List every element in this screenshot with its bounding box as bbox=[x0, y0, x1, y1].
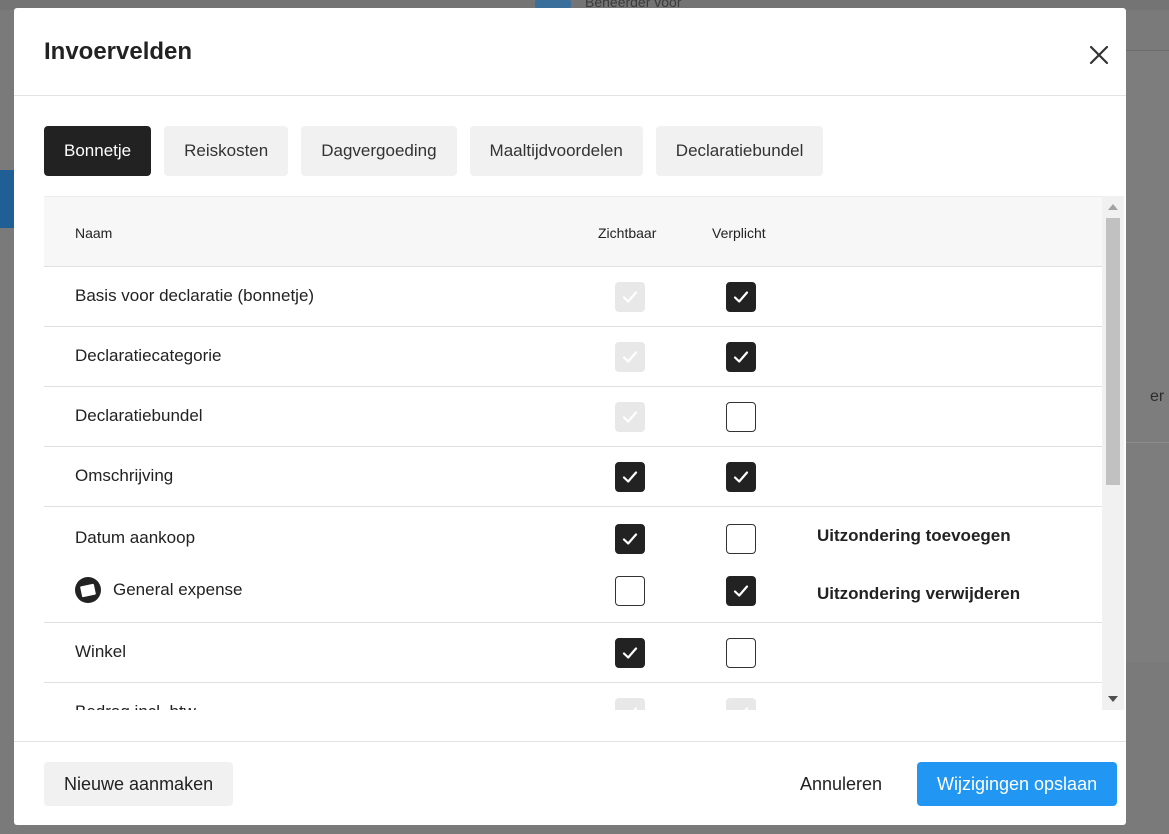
table-row: Datum aankoop Uitzondering toevoegen Gen… bbox=[44, 507, 1102, 623]
checkmark-icon bbox=[633, 707, 638, 710]
save-changes-button[interactable]: Wijzigingen opslaan bbox=[917, 762, 1118, 806]
dialog-title: Invoervelden bbox=[44, 38, 193, 65]
field-name: Winkel bbox=[75, 642, 127, 661]
exception-required-checkbox[interactable] bbox=[726, 576, 756, 606]
tab-maaltijdvoordelen[interactable]: Maaltijdvoordelen bbox=[469, 126, 643, 176]
column-header-visible: Zichtbaar bbox=[598, 225, 657, 241]
dialog-header: Invoervelden bbox=[14, 8, 1126, 96]
checkmark-icon bbox=[622, 351, 638, 363]
field-type-tabs: Bonnetje Reiskosten Dagvergoeding Maalti… bbox=[44, 126, 824, 176]
checkmark-icon bbox=[622, 291, 638, 303]
table-row: Bedrag incl. btw bbox=[44, 683, 1102, 710]
visible-checkbox bbox=[615, 282, 645, 312]
field-name: Bedrag incl. btw bbox=[75, 702, 196, 710]
table-row: Declaratiecategorie bbox=[44, 327, 1102, 387]
checkmark-icon bbox=[744, 707, 749, 710]
tab-declaratiebundel[interactable]: Declaratiebundel bbox=[655, 126, 824, 176]
scroll-down-arrow-icon[interactable] bbox=[1108, 696, 1118, 702]
checkmark-icon bbox=[733, 291, 749, 303]
table-row: Declaratiebundel bbox=[44, 387, 1102, 447]
input-fields-dialog: Invoervelden Bonnetje Reiskosten Dagverg… bbox=[14, 8, 1126, 825]
checkmark-icon bbox=[733, 585, 749, 597]
visible-checkbox bbox=[615, 402, 645, 432]
table-header: Naam Zichtbaar Verplicht bbox=[44, 196, 1102, 267]
checkmark-icon bbox=[733, 351, 749, 363]
background-right-text: er bbox=[1150, 388, 1165, 405]
field-name: Datum aankoop bbox=[75, 528, 196, 547]
required-checkbox[interactable] bbox=[726, 402, 756, 432]
checkmark-icon bbox=[733, 471, 749, 483]
field-name: Declaratiebundel bbox=[75, 406, 203, 425]
table-scrollbar[interactable] bbox=[1102, 196, 1124, 710]
field-name: Omschrijving bbox=[75, 466, 174, 485]
table-row: Basis voor declaratie (bonnetje) bbox=[44, 267, 1102, 327]
checkmark-icon bbox=[622, 533, 638, 545]
visible-checkbox bbox=[615, 342, 645, 372]
background-divider bbox=[1126, 442, 1169, 443]
checkmark-icon bbox=[622, 411, 638, 423]
close-icon bbox=[1089, 45, 1109, 65]
create-new-button[interactable]: Nieuwe aanmaken bbox=[44, 762, 234, 806]
required-checkbox[interactable] bbox=[726, 342, 756, 372]
add-exception-link[interactable]: Uitzondering toevoegen bbox=[817, 526, 1011, 546]
visible-checkbox[interactable] bbox=[615, 462, 645, 492]
exception-name: General expense bbox=[113, 580, 243, 599]
visible-checkbox[interactable] bbox=[615, 524, 645, 554]
dialog-footer: Nieuwe aanmaken Annuleren Wijzigingen op… bbox=[14, 741, 1126, 825]
table-body: Basis voor declaratie (bonnetje) Declara… bbox=[44, 267, 1102, 710]
checkmark-icon bbox=[622, 471, 638, 483]
scrollbar-thumb[interactable] bbox=[1106, 218, 1120, 485]
scroll-up-arrow-icon[interactable] bbox=[1108, 204, 1118, 210]
field-name: Declaratiecategorie bbox=[75, 346, 222, 365]
column-header-name: Naam bbox=[75, 225, 113, 241]
tab-dagvergoeding[interactable]: Dagvergoeding bbox=[301, 126, 457, 176]
required-checkbox[interactable] bbox=[726, 638, 756, 668]
checkmark-icon bbox=[622, 647, 638, 659]
required-checkbox[interactable] bbox=[726, 524, 756, 554]
table-row: Winkel bbox=[44, 623, 1102, 683]
field-name: Basis voor declaratie (bonnetje) bbox=[75, 286, 315, 305]
receipt-icon bbox=[75, 577, 101, 603]
background-right-panel bbox=[1126, 50, 1169, 662]
visible-checkbox[interactable] bbox=[615, 638, 645, 668]
fields-table: Naam Zichtbaar Verplicht Basis voor decl… bbox=[44, 196, 1124, 710]
required-checkbox bbox=[726, 698, 756, 710]
background-nav-indicator bbox=[0, 170, 14, 228]
remove-exception-link[interactable]: Uitzondering verwijderen bbox=[817, 584, 1020, 604]
tab-bonnetje[interactable]: Bonnetje bbox=[44, 126, 152, 176]
background-app-icon bbox=[535, 0, 571, 8]
table-row: Omschrijving bbox=[44, 447, 1102, 507]
exception-visible-checkbox[interactable] bbox=[615, 576, 645, 606]
visible-checkbox bbox=[615, 698, 645, 710]
close-button[interactable] bbox=[1084, 40, 1114, 70]
column-header-required: Verplicht bbox=[712, 225, 766, 241]
tab-reiskosten[interactable]: Reiskosten bbox=[164, 126, 289, 176]
cancel-button[interactable]: Annuleren bbox=[780, 762, 902, 806]
required-checkbox[interactable] bbox=[726, 462, 756, 492]
required-checkbox[interactable] bbox=[726, 282, 756, 312]
